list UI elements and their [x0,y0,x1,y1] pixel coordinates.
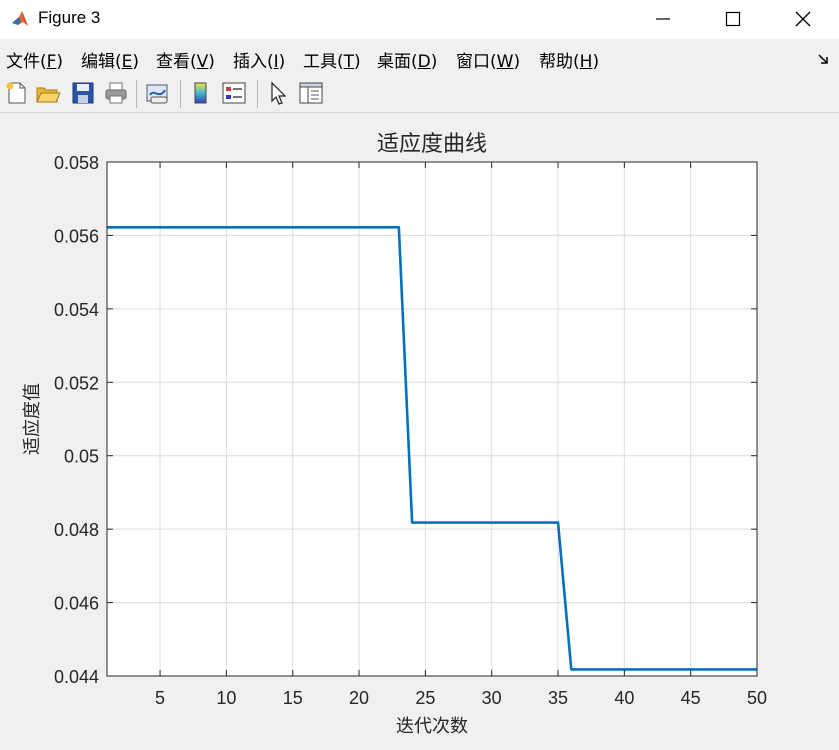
menu-help[interactable]: 帮助(H) [539,47,599,72]
y-tick-label: 0.05 [64,447,99,467]
x-tick-label: 40 [614,688,634,708]
y-tick-label: 0.046 [54,594,99,614]
window-title: Figure 3 [38,8,101,27]
x-axis-label: 迭代次数 [396,716,468,737]
plot-svg[interactable]: 5 10 15 20 25 30 35 40 45 50 0.044 0.046 0.048 0.05 0.… [0,113,839,746]
save-icon[interactable] [70,80,96,106]
x-tick-label: 45 [681,688,701,708]
toolbar-separator [257,80,258,108]
dock-arrow-icon[interactable] [817,52,831,66]
figure-canvas: 5 10 15 20 25 30 35 40 45 50 0.044 0.046 0.048 0.05 0.… [0,113,839,746]
pointer-icon[interactable] [265,80,291,106]
x-tick-label: 5 [155,688,165,708]
menu-bar: 文件(F) 编辑(E) 查看(V) 插入(I) 工具(T) 桌面(D) 窗口(W… [0,40,839,76]
new-figure-icon[interactable] [4,80,30,106]
maximize-icon [725,11,741,27]
toolbar-separator [180,80,181,108]
close-button[interactable] [780,4,826,34]
chart-title: 适应度曲线 [377,132,487,157]
x-tick-label: 30 [482,688,502,708]
matlab-icon [10,8,32,30]
maximize-button[interactable] [710,4,756,34]
menu-file[interactable]: 文件(F) [6,47,63,72]
x-tick-label: 10 [216,688,236,708]
menu-tools[interactable]: 工具(T) [303,47,361,72]
y-axis-label: 适应度值 [22,383,43,455]
y-tick-label: 0.054 [54,300,99,320]
property-editor-icon[interactable] [298,80,324,106]
print-icon[interactable] [103,80,129,106]
colorbar-icon[interactable] [188,80,214,106]
x-tick-label: 25 [415,688,435,708]
link-plot-icon[interactable] [145,80,171,106]
menu-edit[interactable]: 编辑(E) [81,47,139,72]
menu-insert[interactable]: 插入(I) [233,47,285,72]
y-tick-label: 0.056 [54,226,99,246]
y-tick-label: 0.048 [54,520,99,540]
x-tick-label: 15 [283,688,303,708]
minimize-icon [656,18,670,20]
minimize-button[interactable] [640,4,686,34]
x-tick-label: 20 [349,688,369,708]
y-tick-label: 0.052 [54,373,99,393]
y-tick-label: 0.044 [54,667,99,687]
figure-toolbar [0,76,839,113]
menu-desktop[interactable]: 桌面(D) [377,47,437,72]
x-tick-label: 35 [548,688,568,708]
x-tick-label: 50 [747,688,767,708]
toolbar-separator [136,80,137,108]
close-icon [795,11,811,27]
axes-background [107,162,757,676]
open-file-icon[interactable] [35,80,61,106]
legend-icon[interactable] [221,80,247,106]
y-tick-label: 0.058 [54,153,99,173]
window-titlebar: Figure 3 [0,0,839,39]
menu-view[interactable]: 查看(V) [156,47,215,72]
menu-window[interactable]: 窗口(W) [456,47,520,72]
